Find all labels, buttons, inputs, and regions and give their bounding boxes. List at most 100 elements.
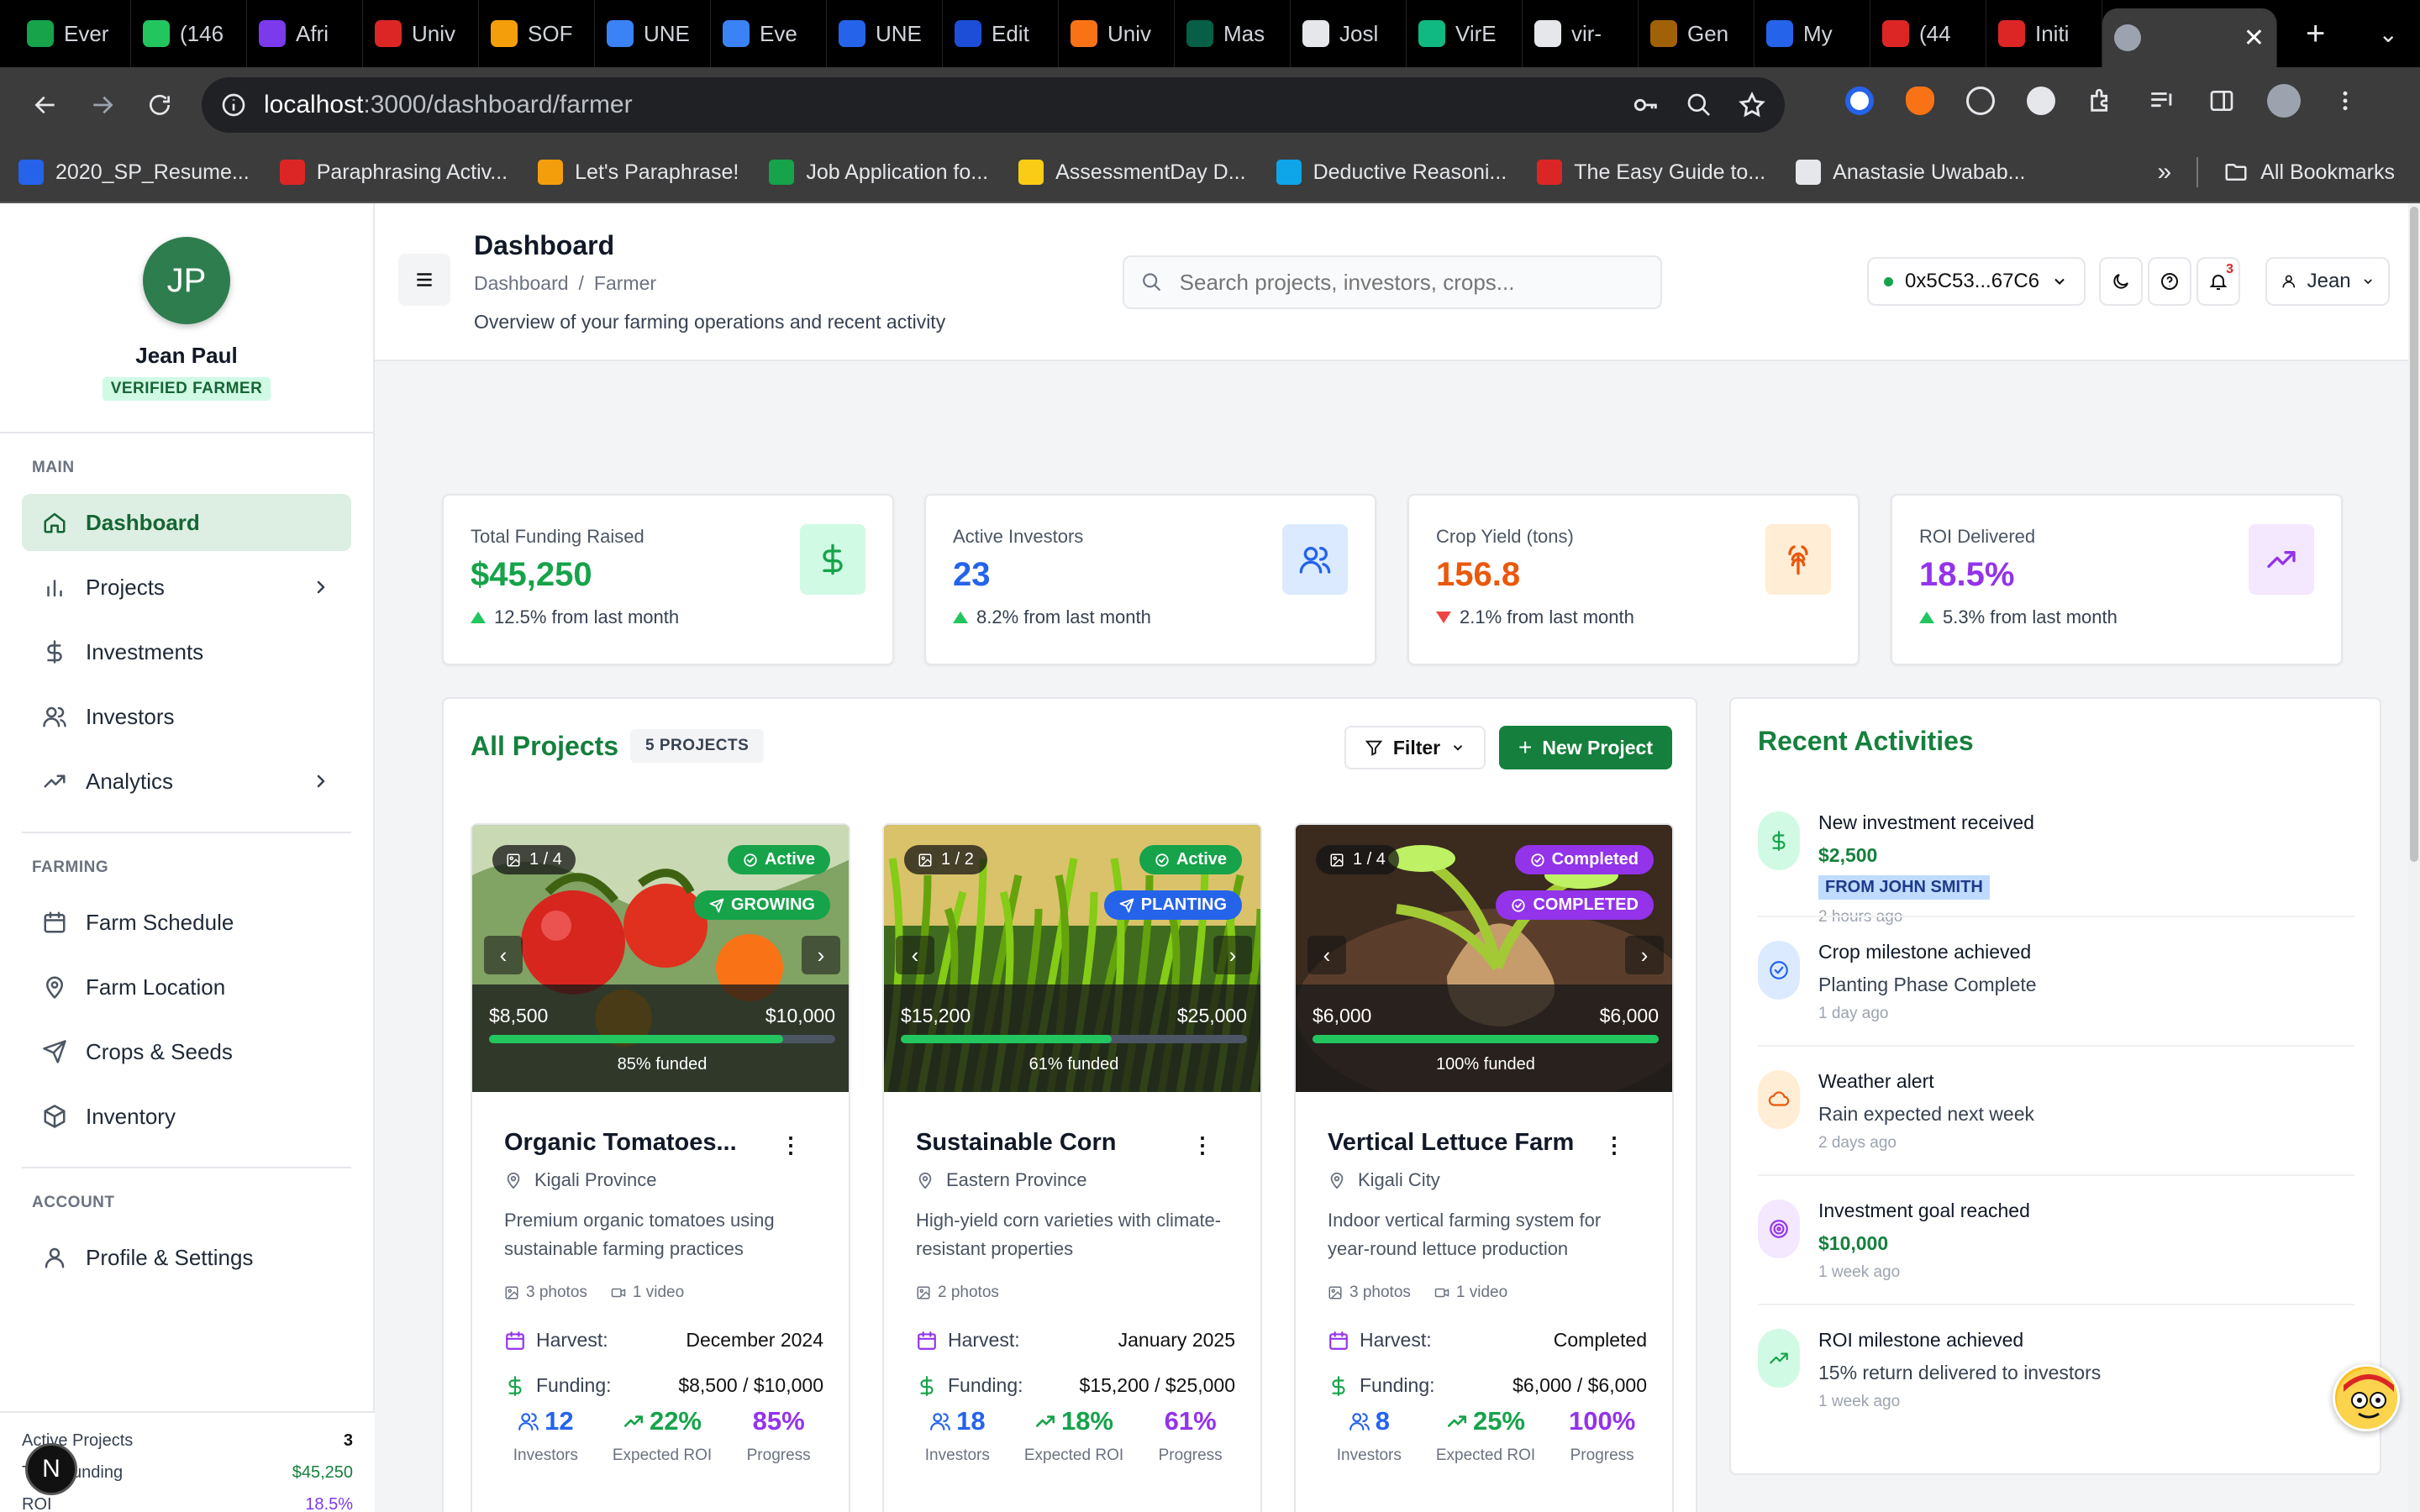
profile-avatar-icon[interactable] (2267, 84, 2301, 118)
bookmarks-overflow-button[interactable]: » (2158, 158, 2172, 186)
sidebar-item-farm-location[interactable]: Farm Location (22, 958, 351, 1016)
activity-item[interactable]: Weather alert Rain expected next week 2 da… (1758, 1067, 2312, 1152)
bookmark-item[interactable]: Deductive Reasoni... (1276, 160, 1507, 185)
kebab-menu-icon[interactable] (2333, 88, 2358, 113)
tab-search-icon[interactable]: ⌄ (2379, 20, 2398, 48)
zoom-icon[interactable] (1686, 92, 1712, 118)
project-image-carousel[interactable]: 1 / 4 Completed COMPLETED ‹ › $6,000 $6,000 100… (1296, 825, 1672, 1110)
sidebar-item-crops-seeds[interactable]: Crops & Seeds (22, 1023, 351, 1080)
site-info-icon[interactable] (220, 92, 247, 118)
sidebar-item-investments[interactable]: Investments (22, 623, 351, 680)
browser-tab[interactable]: vir- (1523, 0, 1639, 67)
carousel-next-button[interactable]: › (802, 936, 840, 974)
bookmark-label: 2020_SP_Resume... (55, 160, 250, 184)
more-options-icon[interactable]: ⋮ (1603, 1132, 1625, 1158)
bookmark-item[interactable]: Anastasie Uwabab... (1796, 160, 2025, 185)
sidebar-item-investors[interactable]: Investors (22, 688, 351, 745)
all-bookmarks-button[interactable]: All Bookmarks (2223, 160, 2395, 185)
browser-tab[interactable]: Afri (247, 0, 363, 67)
browser-tab[interactable]: Josl (1291, 0, 1407, 67)
browser-tab[interactable]: Mas (1175, 0, 1291, 67)
browser-tab[interactable]: Univ (363, 0, 479, 67)
browser-tab[interactable]: SOF (479, 0, 595, 67)
browser-tab[interactable]: (44 (1870, 0, 1986, 67)
bookmark-item[interactable]: The Easy Guide to... (1537, 160, 1765, 185)
project-card[interactable]: 1 / 4 Active GROWING ‹ › $8,500 $10,000 85% fun… (471, 823, 850, 1512)
browser-tab[interactable]: UNE (595, 0, 711, 67)
carousel-prev-button[interactable]: ‹ (896, 936, 934, 974)
project-image-carousel[interactable]: 1 / 4 Active GROWING ‹ › $8,500 $10,000 85% fun… (472, 825, 849, 1092)
user-menu-button[interactable]: Jean (2265, 257, 2390, 306)
sidebar-item-dashboard[interactable]: Dashboard (22, 494, 351, 551)
activity-item[interactable]: ROI milestone achieved 15% return deliver… (1758, 1326, 2312, 1411)
extension-c-icon[interactable] (1845, 87, 1874, 115)
browser-tab[interactable]: Edit (943, 0, 1059, 67)
puzzle-icon[interactable] (2087, 87, 2116, 115)
carousel-next-button[interactable]: › (1625, 936, 1664, 974)
sidebar-item-profile-settings[interactable]: Profile & Settings (22, 1229, 351, 1286)
side-panel-icon[interactable] (2208, 87, 2235, 114)
browser-tab[interactable]: Univ (1059, 0, 1175, 67)
url-text[interactable]: localhost:3000/dashboard/farmer (264, 91, 633, 119)
carousel-prev-button[interactable]: ‹ (484, 936, 523, 974)
back-button[interactable] (18, 78, 72, 132)
sidebar-item-farm-schedule[interactable]: Farm Schedule (22, 894, 351, 951)
more-options-icon[interactable]: ⋮ (780, 1132, 802, 1158)
page-scrollbar[interactable] (2408, 203, 2420, 1512)
browser-tab-active[interactable]: ✕ (2102, 8, 2277, 67)
avatar[interactable]: JP (143, 237, 230, 324)
forward-button[interactable] (76, 78, 129, 132)
menu-toggle-button[interactable] (398, 254, 450, 306)
bookmark-item[interactable]: Paraphrasing Activ... (279, 160, 508, 185)
carousel-next-button[interactable]: › (1213, 936, 1252, 974)
browser-tab[interactable]: UNE (827, 0, 943, 67)
star-icon[interactable] (1738, 91, 1766, 119)
bookmark-item[interactable]: AssessmentDay D... (1018, 160, 1246, 185)
stat-card: Total Funding Raised $45,250 12.5% from la… (442, 494, 894, 665)
search-box[interactable] (1123, 255, 1662, 309)
address-bar[interactable]: localhost:3000/dashboard/farmer (202, 77, 1785, 133)
theme-toggle-button[interactable] (2099, 257, 2143, 306)
notifications-button[interactable]: 3 (2196, 257, 2240, 306)
activity-item[interactable]: New investment received $2,500 FROM JOHN S… (1758, 808, 2312, 927)
browser-tab[interactable]: Gen (1639, 0, 1754, 67)
new-project-label: New Project (1542, 736, 1653, 759)
next-devtools-button[interactable]: N (25, 1443, 77, 1495)
media-queue-icon[interactable] (2148, 87, 2176, 115)
funding-amounts: $8,500 $10,000 (489, 1005, 835, 1027)
carousel-prev-button[interactable]: ‹ (1307, 936, 1346, 974)
reload-button[interactable] (133, 78, 187, 132)
browser-tab[interactable]: Eve (711, 0, 827, 67)
bookmark-item[interactable]: 2020_SP_Resume... (18, 160, 250, 185)
new-project-button[interactable]: + New Project (1499, 726, 1672, 769)
bookmark-item[interactable]: Job Application fo... (769, 160, 988, 185)
sidebar-item-analytics[interactable]: Analytics (22, 753, 351, 810)
activity-item[interactable]: Crop milestone achieved Planting Phase Co… (1758, 937, 2312, 1023)
extension-asterisk-icon[interactable] (2027, 87, 2055, 115)
close-tab-icon[interactable]: ✕ (2244, 24, 2265, 53)
extension-flame-icon[interactable] (1906, 87, 1934, 115)
assistant-avatar-button[interactable] (2333, 1364, 2400, 1431)
browser-tab[interactable]: Ever (15, 0, 131, 67)
browser-tab[interactable]: My (1754, 0, 1870, 67)
project-card[interactable]: 1 / 4 Completed COMPLETED ‹ › $6,000 $6,000 100… (1294, 823, 1674, 1512)
sidebar-item-projects[interactable]: Projects (22, 559, 351, 616)
browser-tab[interactable]: (146 (131, 0, 247, 67)
project-card[interactable]: 1 / 2 Active PLANTING ‹ › $15,200 $25,000 61% f… (882, 823, 1262, 1512)
browser-tab[interactable]: VirE (1407, 0, 1523, 67)
browser-tab[interactable]: Initi (1986, 0, 2102, 67)
activity-item[interactable]: Investment goal reached $10,000 1 week ago (1758, 1196, 2312, 1282)
search-input[interactable] (1179, 269, 1644, 296)
wallet-button[interactable]: 0x5C53...67C6 (1867, 257, 2086, 306)
help-button[interactable] (2148, 257, 2191, 306)
new-tab-button[interactable]: + (2306, 15, 2325, 53)
key-icon[interactable] (1632, 91, 1660, 119)
scrollbar-thumb[interactable] (2410, 207, 2418, 862)
sidebar-item-inventory[interactable]: Inventory (22, 1088, 351, 1145)
breadcrumb-dashboard[interactable]: Dashboard (474, 272, 569, 294)
more-options-icon[interactable]: ⋮ (1192, 1132, 1213, 1158)
project-image-carousel[interactable]: 1 / 2 Active PLANTING ‹ › $15,200 $25,000 61% f… (884, 825, 1260, 1093)
extension-check-icon[interactable] (1966, 87, 1995, 115)
filter-button[interactable]: Filter (1344, 726, 1486, 769)
bookmark-item[interactable]: Let's Paraphrase! (538, 160, 739, 185)
